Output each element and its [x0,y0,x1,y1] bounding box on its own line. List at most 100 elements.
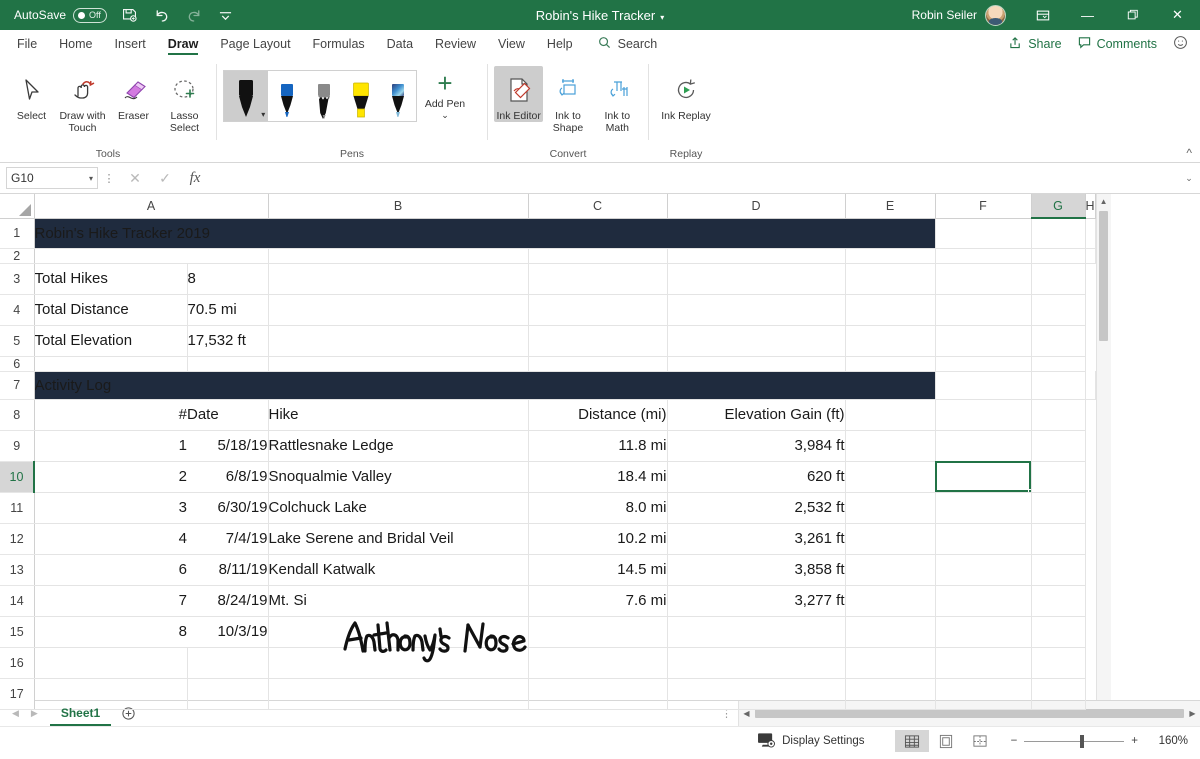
row-header-9[interactable]: 9 [0,430,35,462]
cell-C17[interactable] [268,678,529,710]
cell-H10[interactable] [1031,461,1086,493]
cell-E10[interactable]: 620 ft [667,461,846,493]
column-header-A[interactable]: A [34,194,269,219]
ink-to-math-button[interactable]: Ink to Math [593,66,642,134]
cell-A8-num-header[interactable]: # [34,399,187,431]
cell-F2[interactable] [935,248,1032,264]
cell-B14[interactable]: 8/24/19 [187,585,269,617]
cell-E4[interactable] [667,294,846,326]
tab-view[interactable]: View [487,30,536,58]
cell-F1[interactable] [935,218,1032,249]
name-box[interactable]: G10 ▾ [6,167,98,189]
cell-A10[interactable]: 2 [34,461,187,493]
cell-G4[interactable] [935,294,1032,326]
row-header-1[interactable]: 1 [0,218,35,249]
cell-B2[interactable] [268,248,529,264]
pen-blue-pen[interactable] [268,71,305,121]
row-header-11[interactable]: 11 [0,492,35,524]
cell-B13[interactable]: 8/11/19 [187,554,269,586]
formula-input[interactable] [210,167,1178,189]
pen-options-chevron-icon[interactable]: ▾ [261,110,265,119]
cell-B12[interactable]: 7/4/19 [187,523,269,555]
cell-C13[interactable]: Kendall Katwalk [268,554,529,586]
zoom-track[interactable] [1024,734,1125,748]
cell-A3[interactable]: Total Hikes [34,263,188,295]
cell-A5[interactable]: Total Elevation [34,325,188,357]
cell-D15[interactable] [528,616,668,648]
cell-F16[interactable] [845,647,936,679]
cell-D11[interactable]: 8.0 mi [528,492,668,524]
cell-F4[interactable] [845,294,936,326]
cell-D6[interactable] [528,356,668,372]
enter-check-icon[interactable]: ✓ [150,170,180,187]
vertical-scrollbar[interactable]: ▲ [1095,194,1111,700]
cell-G15[interactable] [935,616,1032,648]
fill-handle[interactable] [1027,488,1030,491]
scroll-left-arrow-icon[interactable]: ◀ [739,709,754,718]
display-settings-button[interactable]: Display Settings [757,732,865,751]
cell-G8[interactable] [935,399,1032,431]
user-account[interactable]: Robin Seiler [912,4,1006,26]
row-header-5[interactable]: 5 [0,325,35,357]
cell-C11[interactable]: Colchuck Lake [268,492,529,524]
ribbon-display-options-icon[interactable] [1020,0,1065,30]
row-header-12[interactable]: 12 [0,523,35,555]
cell-A4[interactable]: Total Distance [34,294,188,326]
autosave-switch[interactable]: Off [73,7,108,23]
restore-button[interactable] [1110,0,1155,30]
cell-B9[interactable]: 5/18/19 [187,430,269,462]
cell-H16[interactable] [1031,647,1086,679]
cell-E6[interactable] [667,356,846,372]
horizontal-scroll-thumb[interactable] [755,709,1184,718]
cell-F14[interactable] [845,585,936,617]
undo-icon[interactable] [152,7,171,24]
cell-H13[interactable] [1031,554,1086,586]
cell-D9[interactable]: 11.8 mi [528,430,668,462]
zoom-thumb[interactable] [1080,734,1085,748]
redo-icon[interactable] [185,7,204,24]
cell-G11[interactable] [935,492,1032,524]
comments-button[interactable]: Comments [1078,36,1157,52]
row-header-14[interactable]: 14 [0,585,35,617]
page-layout-view-icon[interactable] [929,730,963,752]
cell-E17[interactable] [667,678,846,710]
cell-G12[interactable] [935,523,1032,555]
cell-G9[interactable] [935,430,1032,462]
cell-F9[interactable] [845,430,936,462]
scroll-right-arrow-icon[interactable]: ▶ [1185,709,1200,718]
lasso-select-button[interactable]: Lasso Select [159,66,210,134]
draw-with-touch-button[interactable]: Draw with Touch [57,66,108,134]
cell-B8-date-header[interactable]: Date [187,399,269,431]
formula-bar-grip[interactable]: ⋮ [98,172,120,185]
cell-C2[interactable] [528,248,668,264]
row-header-4[interactable]: 4 [0,294,35,326]
cell-C10[interactable]: Snoqualmie Valley [268,461,529,493]
ink-to-shape-button[interactable]: Ink to Shape [543,66,592,134]
cell-F11[interactable] [845,492,936,524]
cell-B5[interactable]: 17,532 ft [187,325,269,357]
normal-view-icon[interactable] [894,730,929,752]
cell-G5[interactable] [935,325,1032,357]
eraser-button[interactable]: Eraser [108,66,159,122]
cell-B6[interactable] [187,356,269,372]
add-pen-caret-icon[interactable]: ⌄ [441,110,449,120]
cell-D2[interactable] [667,248,846,264]
cell-A9[interactable]: 1 [34,430,187,462]
cell-D8-distance-header[interactable]: Distance (mi) [528,399,668,431]
tab-draw[interactable]: Draw [157,30,210,58]
vertical-scroll-thumb[interactable] [1099,211,1109,341]
cell-D3[interactable] [528,263,668,295]
cancel-x-icon[interactable]: ✕ [120,170,150,187]
tab-page-layout[interactable]: Page Layout [209,30,301,58]
cell-E12[interactable]: 3,261 ft [667,523,846,555]
tab-insert[interactable]: Insert [104,30,157,58]
row-header-13[interactable]: 13 [0,554,35,586]
minimize-button[interactable]: — [1065,0,1110,30]
row-header-15[interactable]: 15 [0,616,35,648]
cell-B15[interactable]: 10/3/19 [187,616,269,648]
pen-galaxy-pen[interactable] [379,71,416,121]
cell-E9[interactable]: 3,984 ft [667,430,846,462]
tab-review[interactable]: Review [424,30,487,58]
zoom-in-button[interactable]: + [1131,735,1138,747]
cell-C14[interactable]: Mt. Si [268,585,529,617]
